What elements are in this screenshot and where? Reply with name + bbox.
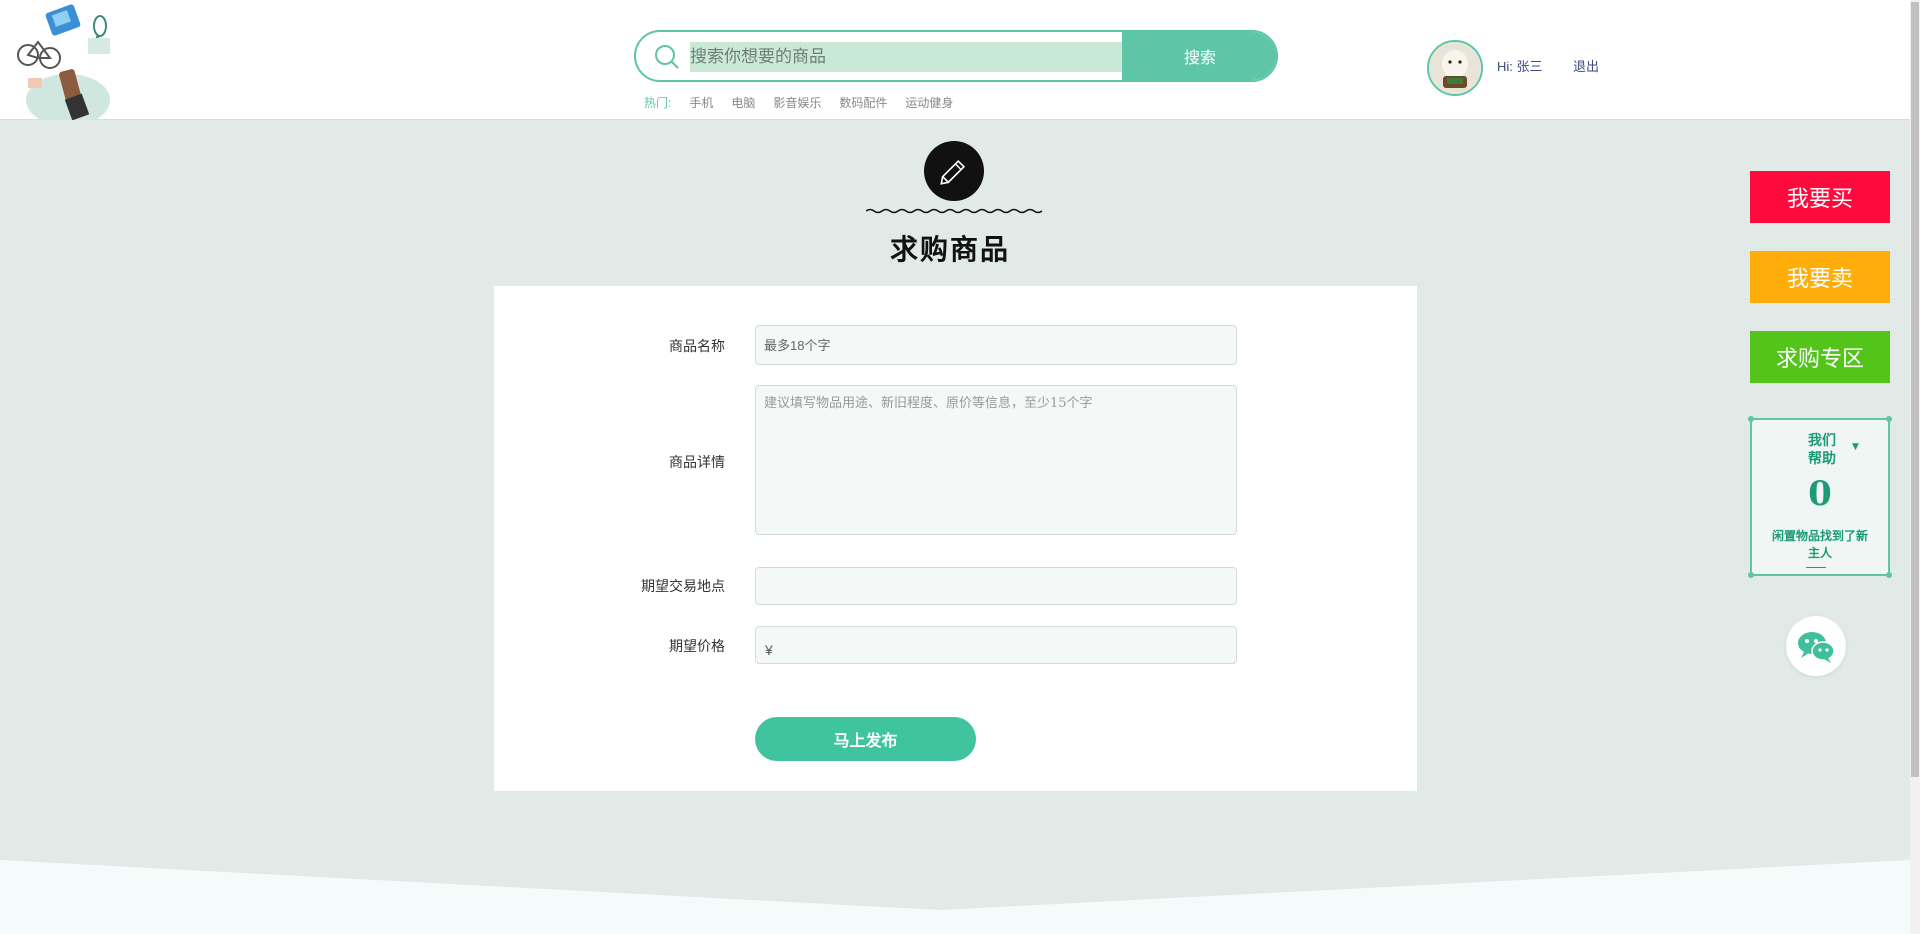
help-title: 我们帮助 xyxy=(1808,433,1836,467)
hot-link-phone[interactable]: 手机 xyxy=(689,94,713,111)
corner-dot xyxy=(1748,572,1754,578)
product-detail-textarea[interactable] xyxy=(755,385,1237,535)
title-divider xyxy=(866,208,1043,214)
site-logo[interactable] xyxy=(8,0,112,126)
location-input[interactable] xyxy=(755,567,1237,605)
product-name-label: 商品名称 xyxy=(669,338,725,354)
corner-dot xyxy=(1748,416,1754,422)
help-stats-box: 我们帮助 ▼ 0 闲置物品找到了新主人 xyxy=(1748,416,1892,578)
hot-link-computer[interactable]: 电脑 xyxy=(731,94,755,111)
buy-button[interactable]: 我要买 xyxy=(1750,171,1890,223)
hot-link-sports[interactable]: 运动健身 xyxy=(905,94,953,111)
search-input[interactable] xyxy=(690,42,1122,72)
product-name-input[interactable] xyxy=(755,325,1237,365)
search-button[interactable]: 搜索 xyxy=(1122,32,1276,80)
corner-dot xyxy=(1886,572,1892,578)
search-bar: 搜索 xyxy=(634,30,1278,82)
wechat-icon[interactable] xyxy=(1786,616,1846,676)
divider xyxy=(1806,567,1826,568)
bottom-decoration xyxy=(0,860,1910,934)
avatar-image xyxy=(1429,42,1481,94)
sell-button[interactable]: 我要卖 xyxy=(1750,251,1890,303)
header: 搜索 热门: 手机 电脑 影音娱乐 数码配件 运动健身 Hi: 张三 退出 xyxy=(0,0,1910,126)
avatar[interactable] xyxy=(1427,40,1483,96)
publish-button[interactable]: 马上发布 xyxy=(755,717,976,761)
help-subtitle: 闲置物品找到了新主人 xyxy=(1771,529,1868,560)
scrollbar-thumb[interactable] xyxy=(1911,2,1919,777)
user-greeting: Hi: 张三 xyxy=(1497,59,1543,74)
hot-label: 热门: xyxy=(644,96,672,110)
request-form: 商品名称 商品详情 期望交易地点 期望价格 ¥ 马上发布 xyxy=(494,286,1417,791)
logout-link[interactable]: 退出 xyxy=(1573,56,1599,75)
page-title: 求购商品 xyxy=(889,233,1010,266)
hot-link-entertainment[interactable]: 影音娱乐 xyxy=(773,94,821,111)
hot-links: 热门: 手机 电脑 影音娱乐 数码配件 运动健身 xyxy=(644,94,971,111)
help-count: 0 xyxy=(1808,474,1832,514)
currency-symbol: ¥ xyxy=(765,642,773,658)
page-scrollbar[interactable] xyxy=(1910,0,1920,934)
search-icon xyxy=(655,45,679,69)
location-label: 期望交易地点 xyxy=(641,578,725,594)
request-zone-button[interactable]: 求购专区 xyxy=(1750,331,1890,383)
logo-illustration-icon xyxy=(17,4,110,126)
corner-dot xyxy=(1886,416,1892,422)
price-label: 期望价格 xyxy=(669,638,725,654)
product-detail-label: 商品详情 xyxy=(669,454,725,470)
price-input[interactable] xyxy=(755,626,1237,664)
pencil-icon xyxy=(924,141,984,201)
hot-link-accessories[interactable]: 数码配件 xyxy=(839,94,887,111)
caret-down-icon: ▼ xyxy=(1852,442,1859,452)
